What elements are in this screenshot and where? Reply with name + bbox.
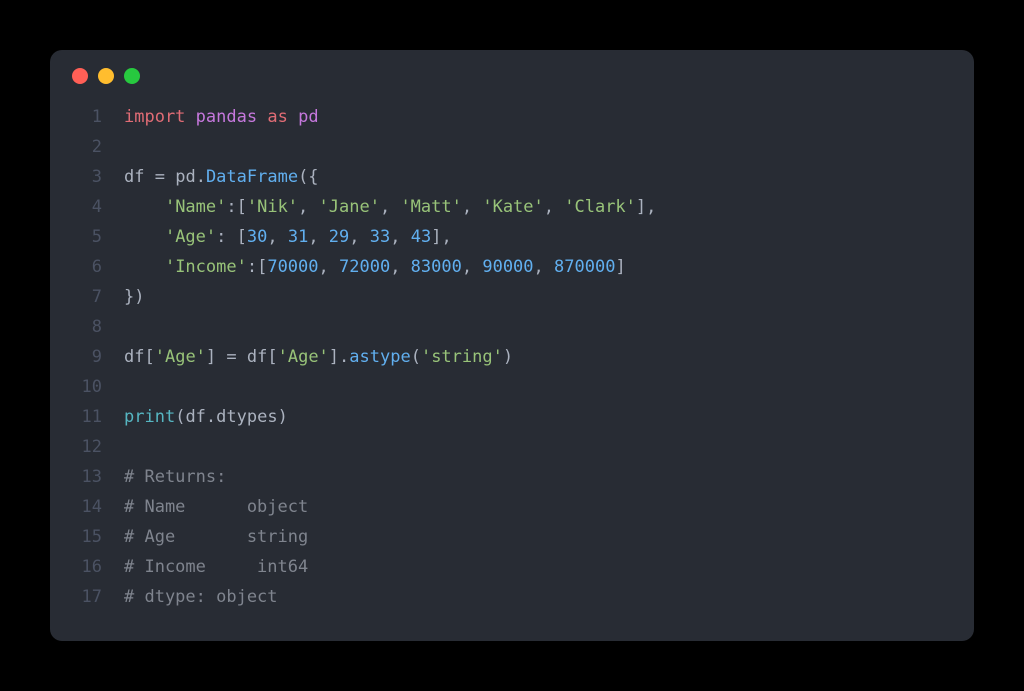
code-line: 4 'Name':['Nik', 'Jane', 'Matt', 'Kate',… <box>50 192 974 222</box>
window-titlebar <box>50 50 974 96</box>
line-number: 8 <box>50 312 124 342</box>
code-line: 12 <box>50 432 974 462</box>
code-content: # Returns: <box>124 462 226 492</box>
code-content: df = pd.DataFrame({ <box>124 162 319 192</box>
code-line: 15# Age string <box>50 522 974 552</box>
line-number: 17 <box>50 582 124 612</box>
line-number: 12 <box>50 432 124 462</box>
code-content: df['Age'] = df['Age'].astype('string') <box>124 342 513 372</box>
line-number: 13 <box>50 462 124 492</box>
code-line: 13# Returns: <box>50 462 974 492</box>
line-number: 3 <box>50 162 124 192</box>
code-line: 5 'Age': [30, 31, 29, 33, 43], <box>50 222 974 252</box>
line-number: 4 <box>50 192 124 222</box>
code-line: 17# dtype: object <box>50 582 974 612</box>
line-number: 1 <box>50 102 124 132</box>
line-number: 15 <box>50 522 124 552</box>
code-line: 11print(df.dtypes) <box>50 402 974 432</box>
code-line: 3df = pd.DataFrame({ <box>50 162 974 192</box>
code-content: import pandas as pd <box>124 102 319 132</box>
line-number: 5 <box>50 222 124 252</box>
line-number: 6 <box>50 252 124 282</box>
code-content: # dtype: object <box>124 582 278 612</box>
code-line: 7}) <box>50 282 974 312</box>
code-line: 16# Income int64 <box>50 552 974 582</box>
code-line: 14# Name object <box>50 492 974 522</box>
code-content: # Income int64 <box>124 552 308 582</box>
code-content: 'Name':['Nik', 'Jane', 'Matt', 'Kate', '… <box>124 192 656 222</box>
code-area: 1import pandas as pd23df = pd.DataFrame(… <box>50 96 974 612</box>
code-content: # Age string <box>124 522 308 552</box>
code-window: 1import pandas as pd23df = pd.DataFrame(… <box>50 50 974 641</box>
code-content: 'Age': [30, 31, 29, 33, 43], <box>124 222 452 252</box>
minimize-icon[interactable] <box>98 68 114 84</box>
line-number: 14 <box>50 492 124 522</box>
line-number: 16 <box>50 552 124 582</box>
code-line: 8 <box>50 312 974 342</box>
line-number: 7 <box>50 282 124 312</box>
maximize-icon[interactable] <box>124 68 140 84</box>
line-number: 10 <box>50 372 124 402</box>
code-content: }) <box>124 282 144 312</box>
code-line: 6 'Income':[70000, 72000, 83000, 90000, … <box>50 252 974 282</box>
close-icon[interactable] <box>72 68 88 84</box>
line-number: 9 <box>50 342 124 372</box>
code-line: 1import pandas as pd <box>50 102 974 132</box>
line-number: 11 <box>50 402 124 432</box>
line-number: 2 <box>50 132 124 162</box>
code-content: 'Income':[70000, 72000, 83000, 90000, 87… <box>124 252 626 282</box>
code-content: print(df.dtypes) <box>124 402 288 432</box>
code-line: 2 <box>50 132 974 162</box>
code-line: 9df['Age'] = df['Age'].astype('string') <box>50 342 974 372</box>
code-line: 10 <box>50 372 974 402</box>
code-content: # Name object <box>124 492 308 522</box>
